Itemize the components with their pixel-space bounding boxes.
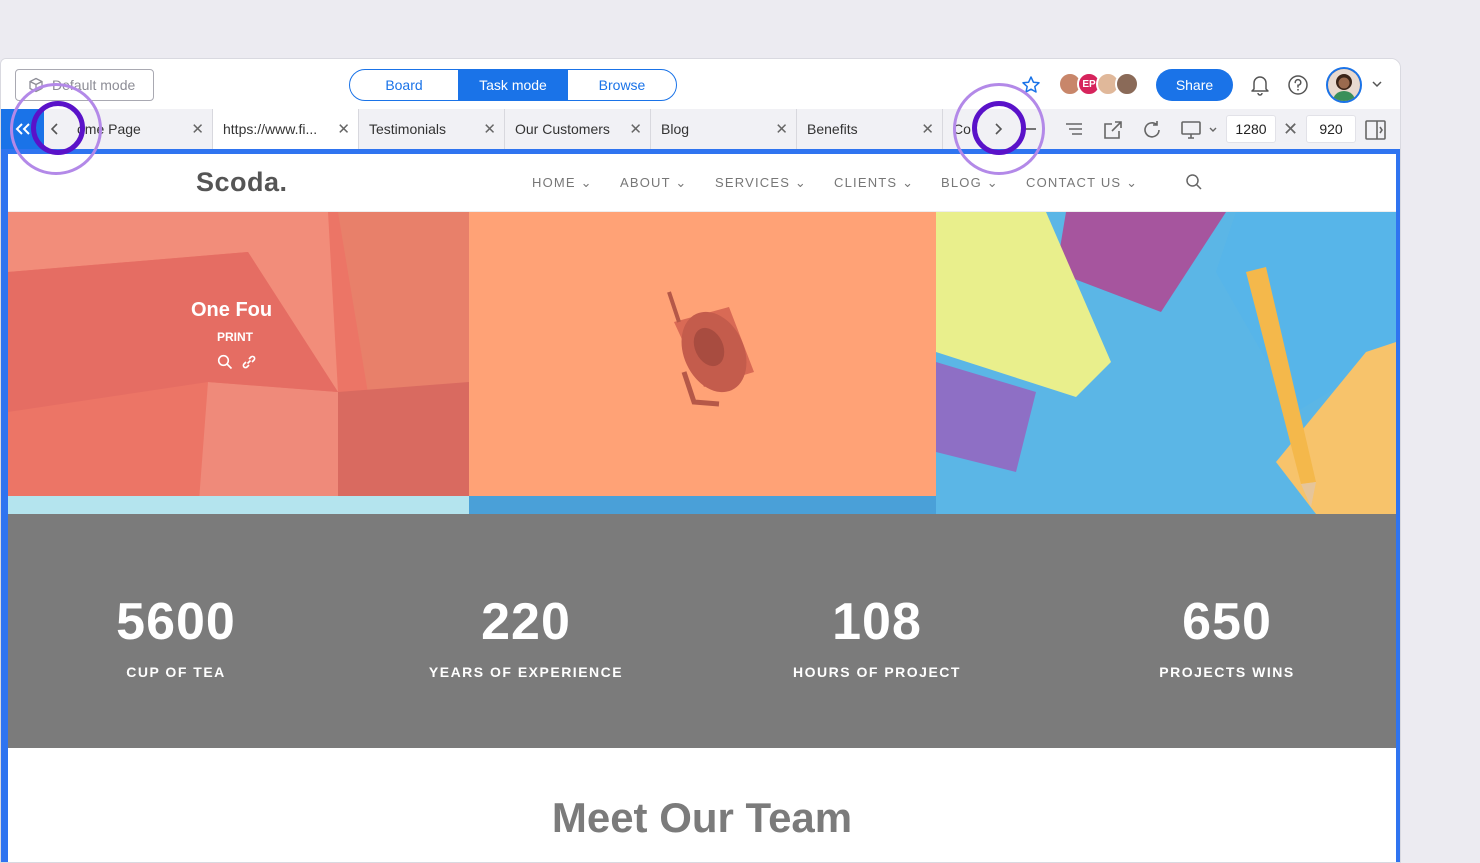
portfolio-item-megaphone[interactable]	[469, 212, 936, 514]
portfolio-item-envelopes[interactable]	[936, 212, 1396, 514]
viewport-width-input[interactable]: 1280	[1226, 115, 1276, 143]
stat-label: PROJECTS WINS	[1159, 664, 1295, 680]
link-icon[interactable]	[241, 354, 257, 370]
stat-number: 108	[832, 593, 922, 651]
view-mode-switcher: Board Task mode Browse	[349, 69, 677, 101]
stat-cup-of-tea: 5600 CUP OF TEA	[46, 592, 306, 680]
tab-label: https://www.fi...	[223, 121, 318, 137]
stat-label: HOURS OF PROJECT	[793, 664, 961, 680]
browse-tab[interactable]: Browse	[568, 70, 676, 100]
nav-home[interactable]: HOME ⌄	[532, 175, 593, 191]
portfolio-category: PRINT	[217, 330, 253, 344]
stat-number: 5600	[116, 593, 236, 651]
tab-label: Our Customers	[515, 121, 610, 137]
user-avatar[interactable]	[1326, 67, 1362, 103]
tab-our-customers[interactable]: Our Customers ✕	[505, 109, 651, 149]
nav-clients[interactable]: CLIENTS ⌄	[834, 175, 914, 191]
tab-blog[interactable]: Blog ✕	[651, 109, 797, 149]
nav-contact-us[interactable]: CONTACT US ⌄	[1026, 175, 1138, 191]
website-viewport: Scoda. HOME ⌄ ABOUT ⌄ SERVICES ⌄ CLIENTS…	[1, 149, 1400, 862]
nav-blog[interactable]: BLOG ⌄	[941, 175, 999, 191]
external-link-icon[interactable]	[1102, 119, 1124, 141]
stat-years-of-experience: 220 YEARS OF EXPERIENCE	[396, 592, 656, 680]
viewport-height-input[interactable]: 920	[1306, 115, 1356, 143]
tab-url[interactable]: https://www.fi... ✕	[213, 109, 359, 149]
stat-projects-wins: 650 PROJECTS WINS	[1097, 592, 1357, 680]
tab-label: Testimonials	[369, 121, 447, 137]
list-icon[interactable]	[1063, 119, 1085, 139]
collaborator-avatars[interactable]: EP	[1058, 72, 1139, 96]
task-mode-tab[interactable]: Task mode	[459, 70, 568, 100]
portfolio-strip	[469, 496, 936, 514]
chevron-down-icon[interactable]	[1208, 126, 1218, 134]
portfolio-title: One Fou	[191, 299, 273, 321]
stats-section: 5600 CUP OF TEA 220 YEARS OF EXPERIENCE …	[8, 514, 1396, 748]
close-icon[interactable]: ✕	[191, 120, 204, 138]
portfolio-item-print[interactable]: One Fou PRINT	[8, 212, 469, 514]
nav-services[interactable]: SERVICES ⌄	[715, 175, 807, 191]
refresh-icon[interactable]	[1141, 119, 1163, 141]
tab-label: Blog	[661, 121, 690, 137]
top-toolbar: Default mode Board Task mode Browse EP S…	[1, 59, 1400, 109]
close-icon[interactable]: ✕	[775, 120, 788, 138]
highlight-ring-inner	[31, 101, 85, 155]
close-icon[interactable]: ✕	[483, 120, 496, 138]
close-icon[interactable]: ✕	[337, 120, 350, 138]
stat-label: CUP OF TEA	[126, 664, 226, 680]
website-page: Scoda. HOME ⌄ ABOUT ⌄ SERVICES ⌄ CLIENTS…	[8, 154, 1396, 862]
highlight-ring-inner	[972, 101, 1026, 155]
bell-icon[interactable]	[1250, 74, 1270, 96]
collaborator-avatar	[1115, 72, 1139, 96]
app-window: Default mode Board Task mode Browse EP S…	[0, 58, 1401, 863]
envelopes-image	[936, 212, 1396, 514]
nav-about[interactable]: ABOUT ⌄	[620, 175, 687, 191]
stat-number: 650	[1182, 593, 1272, 651]
site-navbar: Scoda. HOME ⌄ ABOUT ⌄ SERVICES ⌄ CLIENTS…	[8, 154, 1396, 212]
stat-number: 220	[481, 593, 571, 651]
zoom-icon[interactable]	[217, 354, 233, 370]
search-icon[interactable]	[1185, 173, 1203, 191]
close-icon[interactable]: ✕	[629, 120, 642, 138]
team-heading: Meet Our Team	[551, 794, 853, 841]
stat-hours-of-project: 108 HOURS OF PROJECT	[747, 592, 1007, 680]
share-button[interactable]: Share	[1156, 69, 1233, 101]
tab-label: Benefits	[807, 121, 858, 137]
browser-tab-bar: ome Page ✕ https://www.fi... ✕ Testimoni…	[1, 109, 1400, 149]
tab-testimonials[interactable]: Testimonials ✕	[359, 109, 505, 149]
help-icon[interactable]	[1287, 74, 1309, 96]
monitor-icon[interactable]	[1180, 119, 1204, 141]
stat-label: YEARS OF EXPERIENCE	[428, 664, 624, 680]
close-icon[interactable]: ✕	[921, 120, 934, 138]
megaphone-image	[469, 212, 936, 514]
site-logo[interactable]: Scoda.	[196, 167, 288, 198]
chevron-down-icon[interactable]	[1371, 79, 1383, 89]
board-tab[interactable]: Board	[350, 70, 459, 100]
split-view-icon[interactable]	[1364, 119, 1388, 141]
tab-benefits[interactable]: Benefits ✕	[797, 109, 943, 149]
portfolio-strip	[8, 496, 469, 514]
times-icon: ✕	[1283, 119, 1299, 139]
